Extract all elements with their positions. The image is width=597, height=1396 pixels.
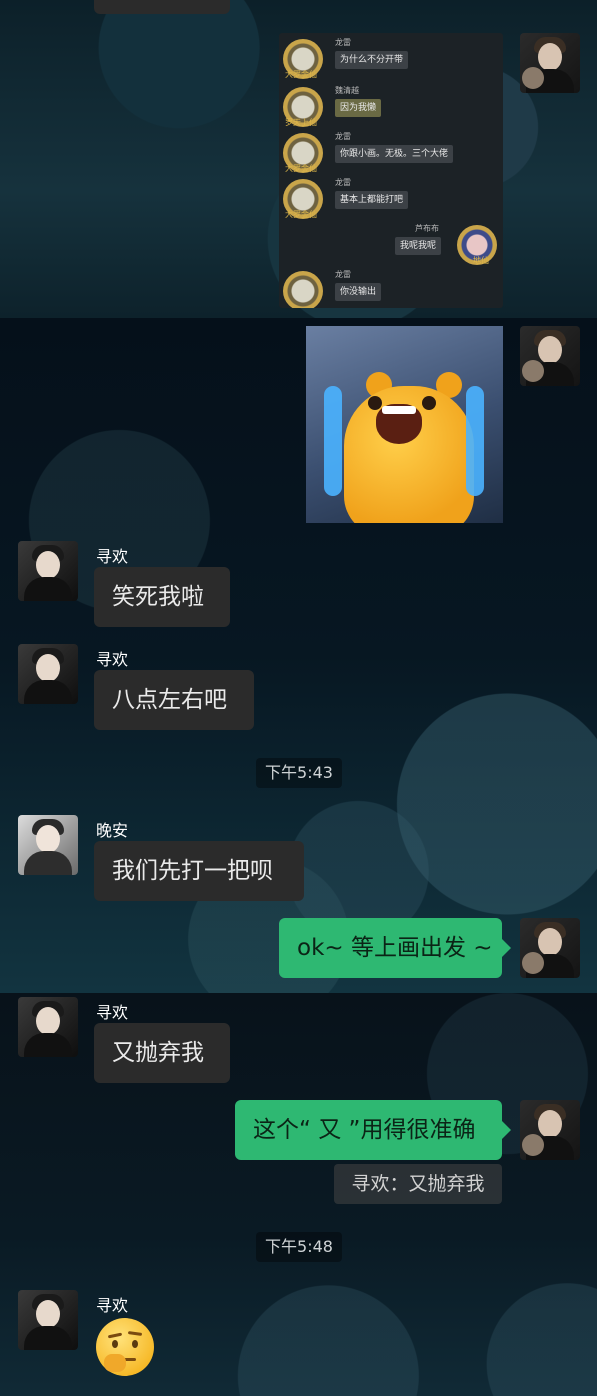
player-message: 基本上都能打吧 <box>335 191 409 209</box>
previous-message-bubble[interactable] <box>94 0 230 14</box>
chat-background-bottom <box>0 993 597 1396</box>
contact-avatar-xunhuan[interactable] <box>18 541 78 601</box>
message-bubble[interactable]: 这个“ 又 ”用得很准确 <box>235 1100 511 1160</box>
player-name: 龙雷 <box>335 270 351 279</box>
player-rank: 地仙 <box>473 256 489 265</box>
game-chat-screenshot-image[interactable]: 大罗金仙 龙雷 为什么不分开带 罗天上仙 魏清越 因为我懒 大罗金仙 龙雷 你跟… <box>279 33 503 308</box>
sender-name: 寻欢 <box>96 1003 129 1022</box>
screenshot-row: 地仙 芦布布 我呢我呢 <box>279 221 503 267</box>
player-message: 你跟小画。无极。三个大佬 <box>335 145 454 163</box>
my-avatar[interactable] <box>520 918 580 978</box>
screenshot-row: 龙雷 你没输出 <box>279 267 503 308</box>
screenshot-row: 大罗金仙 龙雷 基本上都能打吧 <box>279 175 503 221</box>
message-bubble[interactable]: 笑死我啦 <box>94 567 230 627</box>
message-bubble[interactable]: ok~ 等上画出发 ~ <box>279 918 511 978</box>
player-message: 因为我懒 <box>335 99 382 117</box>
my-avatar[interactable] <box>520 326 580 386</box>
player-avatar-icon <box>283 271 323 308</box>
screenshot-row: 大罗金仙 龙雷 为什么不分开带 <box>279 35 503 81</box>
player-rank: 大罗金仙 <box>285 210 317 219</box>
timestamp: 下午5:48 <box>256 1232 342 1262</box>
player-name: 龙雷 <box>335 38 351 47</box>
thinking-face-icon[interactable] <box>96 1318 154 1376</box>
player-name: 魏清越 <box>335 86 359 95</box>
player-name: 芦布布 <box>415 224 439 233</box>
message-bubble[interactable]: 我们先打一把呗 <box>94 841 304 901</box>
contact-avatar-xunhuan[interactable] <box>18 1290 78 1350</box>
quoted-message[interactable]: 寻欢：又抛弃我 <box>334 1164 502 1204</box>
player-message: 我呢我呢 <box>395 237 442 255</box>
screenshot-row: 罗天上仙 魏清越 因为我懒 <box>279 83 503 129</box>
contact-avatar-xunhuan[interactable] <box>18 997 78 1057</box>
player-message: 你没输出 <box>335 283 382 301</box>
sender-name: 寻欢 <box>96 547 129 566</box>
player-rank: 大罗金仙 <box>285 70 317 79</box>
message-bubble[interactable]: 又抛弃我 <box>94 1023 230 1083</box>
contact-avatar-xunhuan[interactable] <box>18 644 78 704</box>
timestamp: 下午5:43 <box>256 758 342 788</box>
sender-name: 晚安 <box>96 821 129 840</box>
contact-avatar-wanan[interactable] <box>18 815 78 875</box>
player-message: 为什么不分开带 <box>335 51 409 69</box>
crying-bear-sticker-image[interactable] <box>306 326 503 523</box>
player-name: 龙雷 <box>335 132 351 141</box>
player-name: 龙雷 <box>335 178 351 187</box>
player-rank: 大罗金仙 <box>285 164 317 173</box>
my-avatar[interactable] <box>520 33 580 93</box>
screenshot-row: 大罗金仙 龙雷 你跟小画。无极。三个大佬 <box>279 129 503 175</box>
sender-name: 寻欢 <box>96 1296 129 1315</box>
player-rank: 罗天上仙 <box>285 118 317 127</box>
sender-name: 寻欢 <box>96 650 129 669</box>
message-bubble[interactable]: 八点左右吧 <box>94 670 254 730</box>
my-avatar[interactable] <box>520 1100 580 1160</box>
